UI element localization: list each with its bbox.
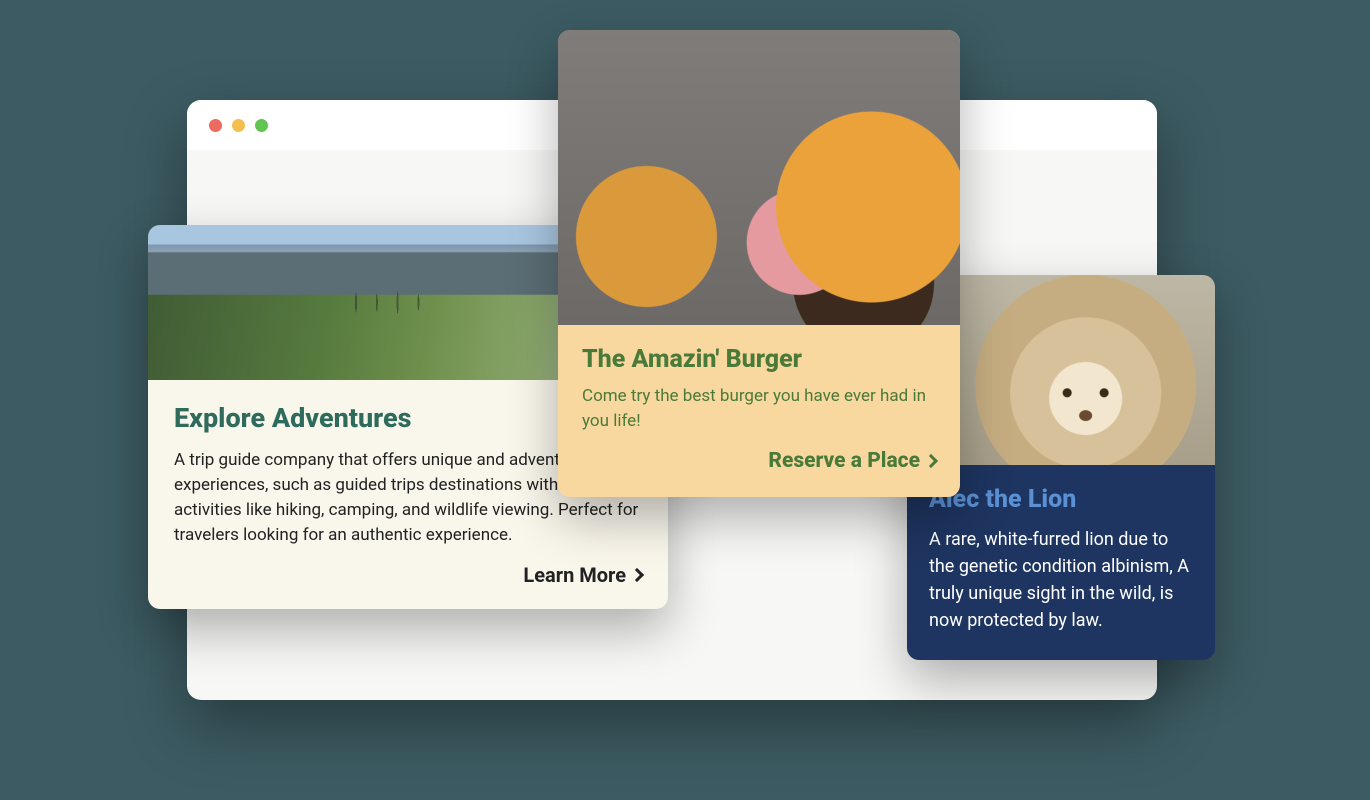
reserve-place-label: Reserve a Place xyxy=(768,449,920,473)
learn-more-label: Learn More xyxy=(523,563,626,587)
close-icon[interactable] xyxy=(209,119,222,132)
card-burger-body: The Amazin' Burger Come try the best bur… xyxy=(558,325,960,497)
card-burger: The Amazin' Burger Come try the best bur… xyxy=(558,30,960,497)
card-burger-title: The Amazin' Burger xyxy=(582,345,936,374)
chevron-right-icon xyxy=(630,568,644,582)
minimize-icon[interactable] xyxy=(232,119,245,132)
chevron-right-icon xyxy=(924,454,938,468)
card-lion-description: A rare, white-furred lion due to the gen… xyxy=(929,526,1193,634)
burger-image xyxy=(558,30,960,325)
card-burger-description: Come try the best burger you have ever h… xyxy=(582,384,936,433)
card-lion-title: Alec the Lion xyxy=(929,485,1193,514)
learn-more-button[interactable]: Learn More xyxy=(523,563,642,587)
maximize-icon[interactable] xyxy=(255,119,268,132)
reserve-place-button[interactable]: Reserve a Place xyxy=(768,449,936,473)
